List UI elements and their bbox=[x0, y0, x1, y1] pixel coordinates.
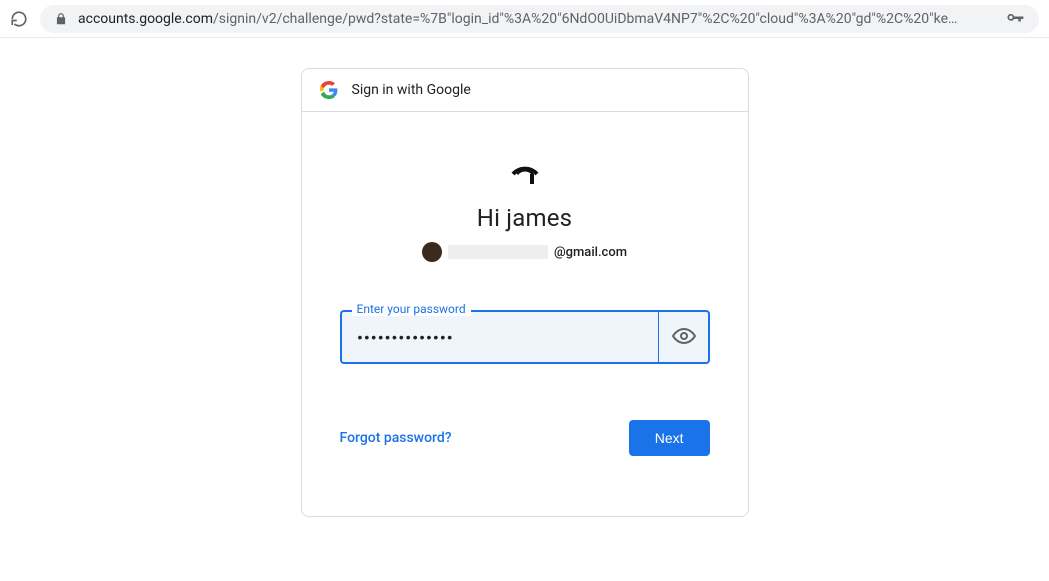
google-g-logo-icon bbox=[320, 81, 338, 99]
card-body: Hi james @gmail.com Enter your password bbox=[302, 112, 748, 516]
forgot-password-link[interactable]: Forgot password? bbox=[340, 430, 452, 446]
browser-address-bar: accounts.google.com/signin/v2/challenge/… bbox=[0, 0, 1049, 38]
eye-icon bbox=[672, 324, 696, 351]
signin-card: Sign in with Google Hi james @gmail.com … bbox=[301, 68, 749, 517]
app-logo-icon bbox=[340, 146, 710, 186]
card-header-text: Sign in with Google bbox=[352, 82, 471, 98]
reload-icon[interactable] bbox=[10, 10, 28, 28]
actions-row: Forgot password? Next bbox=[340, 420, 710, 456]
url-bar[interactable]: accounts.google.com/signin/v2/challenge/… bbox=[40, 5, 1039, 33]
card-header: Sign in with Google bbox=[302, 69, 748, 112]
greeting-heading: Hi james bbox=[340, 204, 710, 232]
lock-icon bbox=[54, 12, 68, 26]
url-text: accounts.google.com/signin/v2/challenge/… bbox=[78, 11, 995, 27]
avatar bbox=[422, 242, 442, 262]
password-label: Enter your password bbox=[352, 302, 471, 316]
show-password-button[interactable] bbox=[658, 310, 710, 364]
next-button[interactable]: Next bbox=[629, 420, 710, 456]
key-icon[interactable] bbox=[1005, 9, 1025, 29]
account-row[interactable]: @gmail.com bbox=[340, 242, 710, 262]
email-local-redacted bbox=[448, 245, 548, 259]
email-suffix: @gmail.com bbox=[554, 245, 627, 260]
password-field-wrap: Enter your password bbox=[340, 310, 710, 364]
page: Sign in with Google Hi james @gmail.com … bbox=[0, 38, 1049, 517]
password-input[interactable] bbox=[340, 310, 710, 364]
